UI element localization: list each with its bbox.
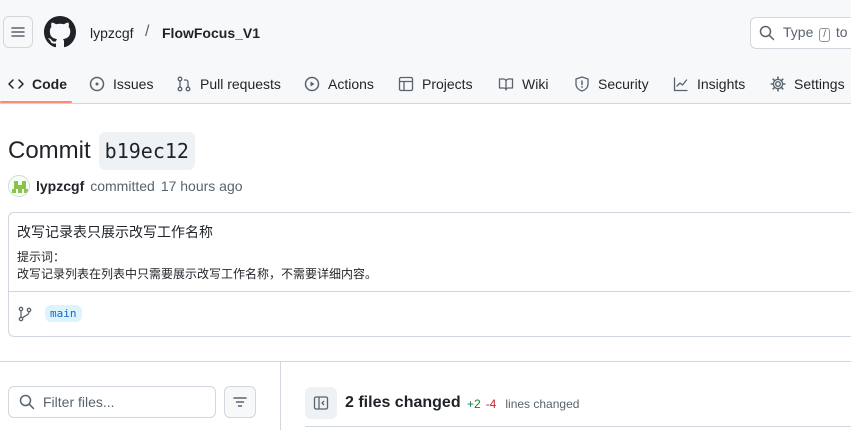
tab-settings-label: Settings (794, 76, 845, 92)
tab-wiki[interactable]: Wiki (498, 64, 548, 104)
commit-message-body: 提示词： 改写记录列表在列表中只需要展示改写工作名称，不需要详细内容。 (17, 249, 377, 283)
filter-files-placeholder: Filter files... (43, 394, 115, 410)
tab-security-label: Security (598, 76, 649, 92)
issue-icon (89, 76, 105, 92)
diff-panel-top (305, 426, 851, 430)
avatar[interactable] (8, 175, 30, 197)
play-icon (304, 76, 320, 92)
commit-author-link[interactable]: lypzcgf (36, 178, 84, 194)
tab-projects[interactable]: Projects (398, 64, 473, 104)
commit-message-line-1: 提示词： (17, 250, 66, 264)
tab-actions-label: Actions (328, 76, 374, 92)
repo-nav-tabs: Code Issues Pull requests Actions Projec… (0, 64, 851, 104)
commit-message-line-2: 改写记录列表在列表中只需要展示改写工作名称，不需要详细内容。 (17, 267, 378, 281)
breadcrumb-separator: / (145, 23, 150, 40)
filter-files-input[interactable]: Filter files... (8, 386, 216, 418)
shield-icon (575, 76, 589, 92)
branch-icon (18, 306, 32, 321)
breadcrumb-owner[interactable]: lypzcgf (90, 24, 134, 42)
deletions-count: -4 (485, 397, 497, 411)
tab-settings[interactable]: Settings (770, 64, 845, 104)
breadcrumb-repo[interactable]: FlowFocus_V1 (162, 24, 260, 42)
toggle-file-tree-button[interactable] (305, 387, 337, 419)
commit-message-title: 改写记录表只展示改写工作名称 (17, 224, 213, 240)
code-icon (8, 79, 24, 89)
diff-stats: +2 -4 lines changed (467, 397, 579, 411)
commit-action-text: committed (90, 178, 155, 194)
tab-issues-label: Issues (113, 76, 154, 92)
tab-code[interactable]: Code (8, 64, 67, 104)
tab-issues[interactable]: Issues (89, 64, 153, 104)
gear-icon (770, 76, 786, 92)
search-input[interactable]: Type / to (750, 17, 851, 49)
tab-security[interactable]: Security (574, 64, 649, 104)
tab-actions[interactable]: Actions (304, 64, 374, 104)
tab-pull-requests-label: Pull requests (200, 76, 281, 92)
additions-count: +2 (467, 397, 481, 411)
search-icon (19, 394, 35, 410)
search-hint: Type / to (783, 24, 848, 42)
table-icon (398, 76, 414, 92)
tab-insights-label: Insights (697, 76, 746, 92)
filter-icon (233, 397, 247, 407)
app-header: lypzcgf / FlowFocus_V1 Type / to Code Is… (0, 0, 851, 104)
github-logo-icon[interactable] (44, 16, 76, 48)
pull-request-icon (177, 76, 191, 92)
tab-pull-requests[interactable]: Pull requests (176, 64, 281, 104)
commit-author-row: lypzcgf committed 17 hours ago (8, 175, 243, 197)
page-title: Commit b19ec12 (8, 132, 195, 170)
branch-badge[interactable]: main (45, 305, 82, 322)
book-icon (498, 78, 514, 91)
active-tab-indicator (0, 101, 72, 103)
hamburger-icon (11, 27, 25, 37)
menu-button[interactable] (3, 16, 33, 48)
tab-wiki-label: Wiki (522, 76, 549, 92)
tab-insights[interactable]: Insights (673, 64, 745, 104)
branch-row: main (17, 305, 82, 322)
commit-sha[interactable]: b19ec12 (98, 132, 195, 170)
commit-title-word: Commit (8, 137, 91, 164)
search-shortcut-key: / (819, 28, 831, 42)
commit-message-box: 改写记录表只展示改写工作名称 提示词： 改写记录列表在列表中只需要展示改写工作名称… (8, 212, 851, 337)
lines-changed-label: lines changed (505, 397, 580, 411)
divider (0, 361, 851, 362)
divider (9, 291, 851, 292)
graph-icon (673, 77, 688, 92)
filter-options-button[interactable] (224, 386, 256, 418)
divider (280, 361, 281, 430)
files-changed-count: 2 files changed (345, 394, 461, 411)
commit-time: 17 hours ago (160, 178, 243, 194)
tab-code-label: Code (32, 76, 67, 92)
sidebar-collapse-icon (313, 396, 329, 410)
tab-projects-label: Projects (422, 76, 473, 92)
search-icon (759, 25, 775, 41)
